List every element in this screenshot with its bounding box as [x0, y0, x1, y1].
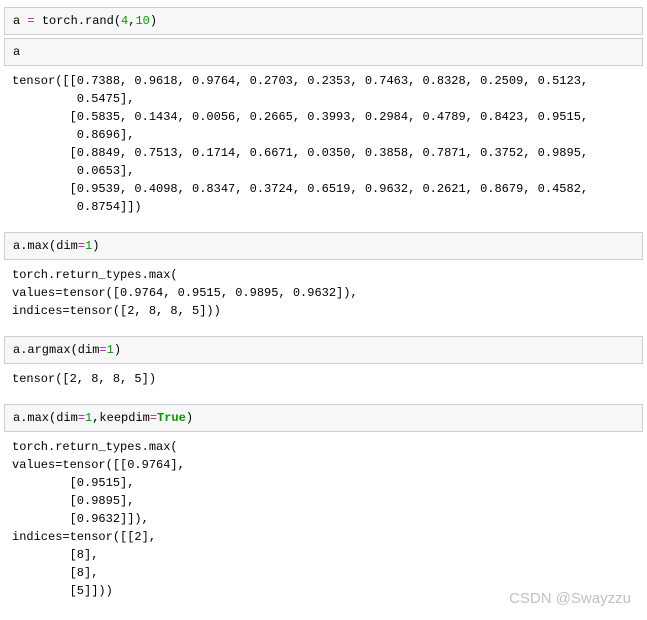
code-text: a.argmax(dim	[13, 343, 99, 357]
num-10: 10	[135, 14, 149, 28]
output-cell-5: torch.return_types.max( values=tensor([[…	[4, 435, 643, 606]
code-text: a.max(dim	[13, 239, 78, 253]
input-cell-4: a.argmax(dim=1)	[4, 336, 643, 364]
input-cell-3: a.max(dim=1)	[4, 232, 643, 260]
output-cell-2: tensor([[0.7388, 0.9618, 0.9764, 0.2703,…	[4, 69, 643, 222]
code-text: )	[150, 14, 157, 28]
op-eq: =	[78, 411, 85, 425]
op-eq: =	[150, 411, 157, 425]
output-cell-3: torch.return_types.max( values=tensor([0…	[4, 263, 643, 326]
code-text: )	[92, 239, 99, 253]
kw-true: True	[157, 411, 186, 425]
code-text: a	[13, 45, 20, 59]
op-eq: =	[78, 239, 85, 253]
code-text: a.max(dim	[13, 411, 78, 425]
num-1: 1	[107, 343, 114, 357]
code-text: ,keepdim	[92, 411, 150, 425]
code-text: )	[186, 411, 193, 425]
input-cell-5: a.max(dim=1,keepdim=True)	[4, 404, 643, 432]
op-eq: =	[99, 343, 106, 357]
input-cell-1: a = torch.rand(4,10)	[4, 7, 643, 35]
code-text: )	[114, 343, 121, 357]
input-cell-2: a	[4, 38, 643, 66]
op-eq: =	[20, 14, 42, 28]
output-cell-4: tensor([2, 8, 8, 5])	[4, 367, 643, 394]
code-text: torch.rand(	[42, 14, 121, 28]
